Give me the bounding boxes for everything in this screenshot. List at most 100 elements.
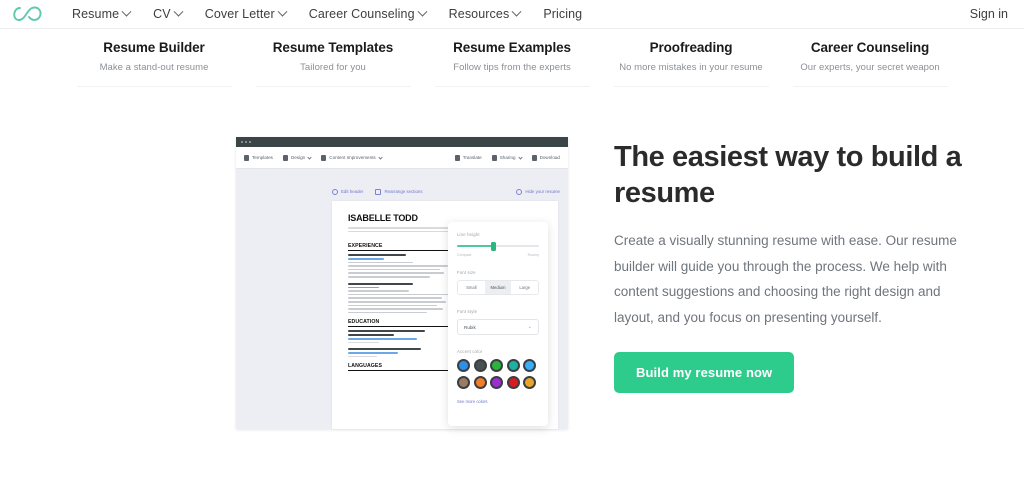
font-size-option-medium[interactable]: Medium [484, 281, 512, 294]
quick-link-subtitle: Follow tips from the experts [453, 62, 571, 73]
download-icon [531, 154, 537, 161]
quick-link-resume-examples[interactable]: Resume Examples Follow tips from the exp… [423, 40, 602, 87]
chevron-down-icon [378, 155, 383, 160]
chevron-down-icon [511, 6, 522, 17]
hero-heading: The easiest way to build a resume [614, 141, 962, 209]
palette-icon [282, 154, 288, 161]
font-style-select[interactable]: Rubik ⌄ [457, 319, 539, 335]
quick-link-career-counseling[interactable]: Career Counseling Our experts, your secr… [781, 40, 960, 87]
nav-label: Career Counseling [308, 7, 415, 21]
document-icon [321, 154, 327, 161]
brand-logo[interactable] [10, 4, 56, 24]
build-my-resume-button[interactable]: Build my resume now [614, 352, 795, 393]
nav-item-career-counseling[interactable]: Career Counseling [308, 6, 428, 21]
quick-links-row: Resume Builder Make a stand-out resume R… [0, 29, 1024, 87]
nav-label: Resources [448, 7, 510, 21]
quick-link-title: Resume Templates [272, 40, 394, 55]
hero-illustration: Templates Design Content Improvements Tr… [0, 131, 608, 502]
action-label: Hide your resume [525, 189, 560, 194]
quick-link-title: Resume Examples [453, 40, 571, 55]
document-action-bar: Edit header Rearrange sections Hide your… [332, 185, 560, 198]
top-navigation-bar: Resume CV Cover Letter Career Counseling… [0, 0, 1024, 29]
toolbar-item-download[interactable]: Download [531, 154, 560, 161]
action-rearrange-sections[interactable]: Rearrange sections [375, 188, 423, 195]
font-size-option-small[interactable]: Small [458, 281, 485, 294]
accent-color-label: Accent color [457, 349, 483, 354]
action-edit-header[interactable]: Edit header [332, 188, 364, 195]
quick-link-subtitle: Our experts, your secret weapon [800, 62, 940, 73]
color-swatch[interactable] [473, 375, 487, 389]
action-label: Edit header [341, 189, 364, 194]
nav-item-cover-letter[interactable]: Cover Letter [204, 6, 288, 21]
slider-fill [457, 245, 494, 247]
mockup-title-bar [236, 137, 568, 147]
font-size-label: Font size [457, 270, 476, 275]
design-settings-panel: Line height Compact Roomy Font size Smal… [448, 222, 548, 426]
hero-content: The easiest way to build a resume Create… [608, 131, 1024, 502]
toolbar-item-sharing[interactable]: Sharing [491, 154, 523, 161]
font-size-option-large[interactable]: Large [511, 281, 538, 294]
color-swatch-grid [457, 359, 539, 389]
toolbar-label: Translate [462, 155, 482, 160]
mockup-body: Edit header Rearrange sections Hide your… [236, 169, 568, 429]
nav-label: Resume [72, 7, 120, 21]
nav-label: Pricing [543, 7, 583, 21]
color-swatch[interactable] [506, 375, 520, 389]
color-swatch[interactable] [490, 375, 503, 389]
color-swatch[interactable] [523, 359, 536, 372]
toolbar-label: Sharing [499, 155, 516, 160]
edit-icon [332, 188, 338, 195]
color-swatch[interactable] [457, 375, 470, 389]
chevron-down-icon [307, 155, 312, 160]
globe-icon [454, 154, 460, 161]
color-swatch[interactable] [457, 359, 470, 372]
color-swatch[interactable] [506, 359, 520, 372]
action-label: Rearrange sections [384, 189, 423, 194]
nav-item-cv[interactable]: CV [153, 6, 184, 21]
nav-item-resources[interactable]: Resources [448, 6, 522, 21]
toolbar-label: Download [539, 155, 560, 160]
see-more-colors-link[interactable]: See more colors [457, 399, 539, 404]
chevron-down-icon [517, 155, 523, 160]
action-hide-resume[interactable]: Hide your resume [516, 188, 560, 195]
color-swatch[interactable] [490, 359, 503, 372]
quick-link-proofreading[interactable]: Proofreading No more mistakes in your re… [602, 40, 781, 87]
quick-link-resume-templates[interactable]: Resume Templates Tailored for you [244, 40, 423, 87]
toolbar-item-content-improvements[interactable]: Content Improvements [321, 154, 383, 161]
font-style-value: Rubik [464, 324, 476, 330]
mockup-toolbar: Templates Design Content Improvements Tr… [236, 147, 568, 169]
chevron-down-icon: ⌄ [527, 324, 532, 330]
line-height-slider[interactable] [457, 242, 539, 251]
app-window-mockup: Templates Design Content Improvements Tr… [236, 137, 568, 429]
slider-knob[interactable] [491, 242, 497, 251]
color-swatch[interactable] [473, 359, 487, 372]
toolbar-item-translate[interactable]: Translate [454, 154, 482, 161]
eye-icon [516, 188, 523, 195]
quick-link-subtitle: Tailored for you [300, 62, 366, 73]
color-swatch[interactable] [523, 375, 536, 389]
resume-section-heading: LANGUAGES [348, 363, 453, 372]
resume-section-heading: EDUCATION [348, 319, 453, 328]
window-dot-icon [241, 141, 243, 143]
rearrange-icon [375, 188, 382, 195]
toolbar-item-design[interactable]: Design [282, 154, 312, 161]
quick-link-title: Resume Builder [103, 40, 205, 55]
hero-paragraph: Create a visually stunning resume with e… [614, 233, 957, 325]
line-height-label: Line height [457, 232, 480, 237]
primary-nav-links: Resume CV Cover Letter Career Counseling… [72, 6, 582, 21]
link-icon [491, 154, 497, 161]
infinity-loop-logo-icon [13, 6, 42, 21]
quick-link-title: Career Counseling [810, 40, 930, 55]
grid-icon [244, 154, 249, 161]
quick-link-resume-builder[interactable]: Resume Builder Make a stand-out resume [65, 40, 244, 87]
resume-section-heading: EXPERIENCE [348, 243, 453, 252]
slider-max-label: Roomy [527, 253, 539, 257]
toolbar-label: Content Improvements [329, 155, 376, 160]
font-style-label: Font style [457, 309, 478, 314]
nav-item-pricing[interactable]: Pricing [543, 7, 582, 21]
toolbar-item-templates[interactable]: Templates [244, 154, 273, 161]
nav-item-resume[interactable]: Resume [72, 6, 132, 21]
sign-in-link[interactable]: Sign in [970, 7, 1008, 21]
chevron-down-icon [173, 6, 184, 17]
nav-label: Cover Letter [204, 7, 275, 21]
